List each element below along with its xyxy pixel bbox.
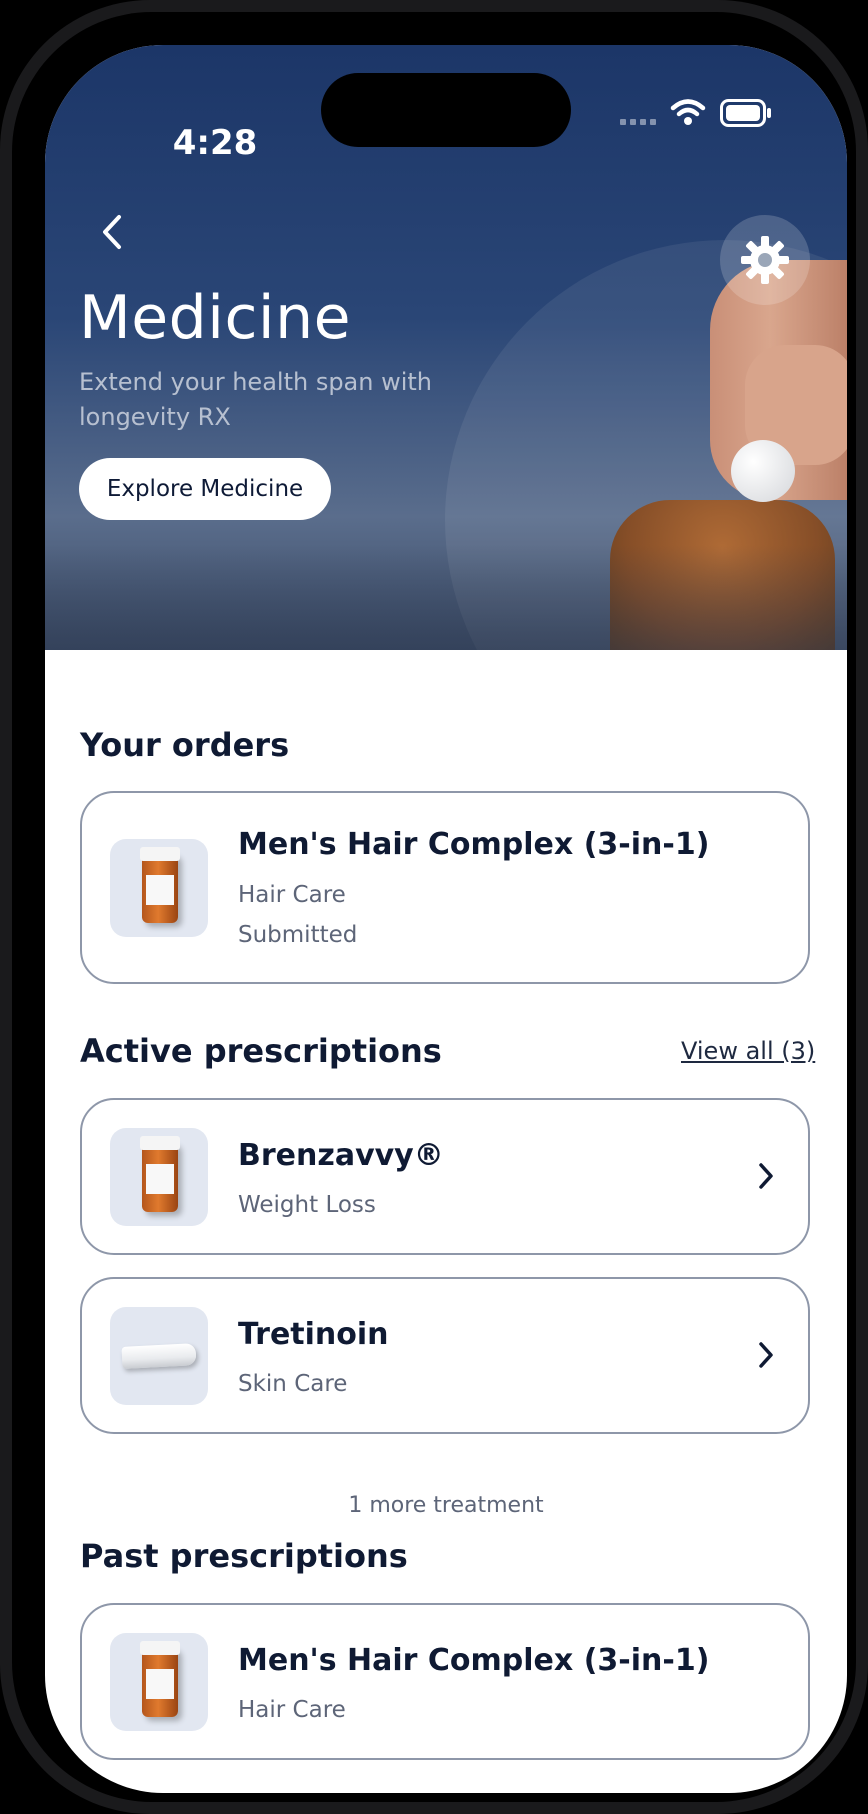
order-status: Submitted <box>238 922 358 948</box>
past-prescriptions-heading: Past prescriptions <box>80 1537 408 1575</box>
order-category: Hair Care <box>238 882 346 908</box>
prescription-category: Weight Loss <box>238 1192 376 1218</box>
chevron-right-icon <box>754 1335 778 1375</box>
phone-bezel: 4:28 Medicine Extend your health span wi… <box>12 12 856 1802</box>
rx-bottle-image <box>140 1641 180 1717</box>
prescription-card-brenzavvy[interactable]: Brenzavvy® Weight Loss <box>80 1098 810 1255</box>
order-name: Men's Hair Complex (3-in-1) <box>238 827 710 862</box>
prescription-thumbnail <box>110 1307 208 1405</box>
app-screen: 4:28 Medicine Extend your health span wi… <box>45 45 847 1793</box>
cream-tube-image <box>121 1343 197 1369</box>
rx-bottle-image <box>140 1136 180 1212</box>
prescription-category: Skin Care <box>238 1371 348 1397</box>
dynamic-island <box>321 73 571 147</box>
hero-fade-overlay <box>45 545 847 650</box>
explore-medicine-button[interactable]: Explore Medicine <box>79 458 331 520</box>
view-all-link[interactable]: View all (3) <box>681 1037 815 1065</box>
prescription-name: Brenzavvy® <box>238 1138 444 1173</box>
prescription-name: Tretinoin <box>238 1317 389 1352</box>
battery-icon <box>720 99 771 127</box>
active-prescriptions-heading: Active prescriptions <box>80 1032 442 1070</box>
gear-icon <box>741 236 789 284</box>
prescription-thumbnail <box>110 1633 208 1731</box>
hero-subtitle: Extend your health span with longevity R… <box>79 368 433 431</box>
order-card[interactable]: Men's Hair Complex (3-in-1) Hair Care Su… <box>80 791 810 984</box>
prescription-card-tretinoin[interactable]: Tretinoin Skin Care <box>80 1277 810 1434</box>
page-title: Medicine <box>79 283 352 353</box>
hero-banner: 4:28 Medicine Extend your health span wi… <box>45 45 847 650</box>
chevron-left-icon <box>103 215 121 249</box>
rx-bottle-image <box>140 847 180 923</box>
pill-image <box>731 440 795 502</box>
order-thumbnail <box>110 839 208 937</box>
phone-frame: 4:28 Medicine Extend your health span wi… <box>0 0 868 1814</box>
wifi-icon <box>670 99 706 125</box>
cellular-signal-icon <box>620 119 656 125</box>
prescription-name: Men's Hair Complex (3-in-1) <box>238 1643 710 1678</box>
settings-button[interactable] <box>720 215 810 305</box>
prescription-thumbnail <box>110 1128 208 1226</box>
past-prescription-card[interactable]: Men's Hair Complex (3-in-1) Hair Care <box>80 1603 810 1760</box>
chevron-right-icon <box>754 1156 778 1196</box>
back-button[interactable] <box>83 203 141 261</box>
more-treatments-label[interactable]: 1 more treatment <box>45 1493 847 1518</box>
orders-heading: Your orders <box>80 726 290 764</box>
prescription-category: Hair Care <box>238 1697 346 1723</box>
status-time: 4:28 <box>172 123 258 163</box>
